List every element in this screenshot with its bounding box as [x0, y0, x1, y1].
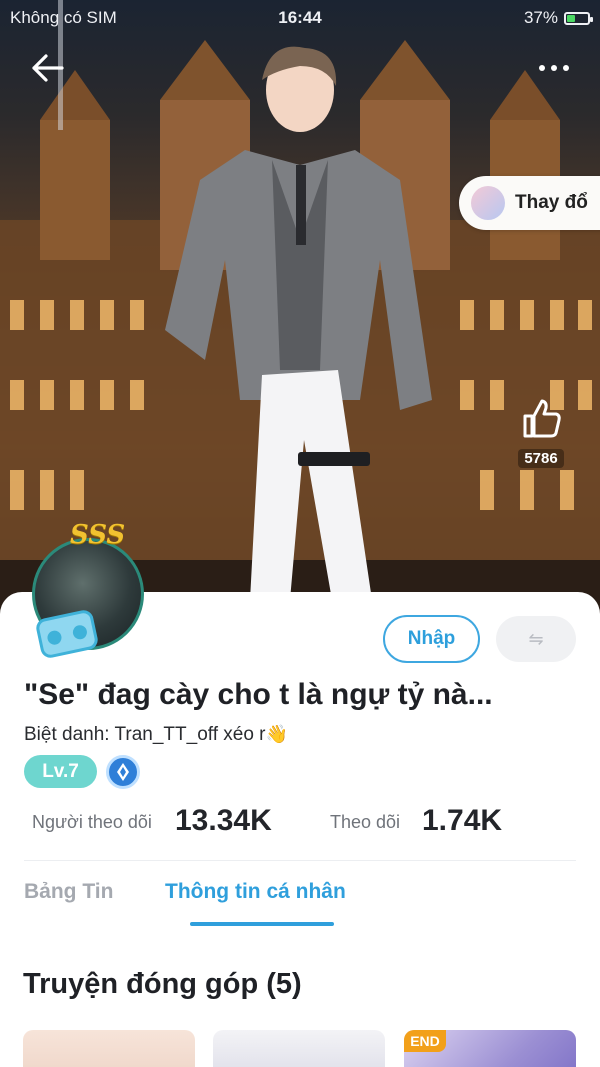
level-badge[interactable]: Lv.7 [24, 755, 97, 788]
followers-count[interactable]: 13.34K [175, 804, 272, 838]
rank-emblem-icon [117, 763, 129, 781]
end-badge: END [404, 1030, 446, 1052]
story-card[interactable] [23, 1030, 195, 1067]
like-count: 5786 [518, 449, 564, 468]
switch-button[interactable]: ⇋ [496, 616, 576, 662]
followers-label: Người theo dõi [32, 812, 152, 832]
clock: 16:44 [278, 8, 322, 27]
avatar-frame-sss: SSS [70, 520, 126, 550]
outfit-thumbnail [471, 186, 505, 220]
back-button[interactable] [28, 50, 68, 86]
story-card[interactable] [213, 1030, 385, 1067]
more-horizontal-icon [539, 65, 545, 71]
arrow-left-icon [32, 54, 64, 82]
battery-fill [567, 14, 576, 22]
change-outfit-label: Thay đổ [515, 192, 588, 213]
rank-badge-icon[interactable] [106, 755, 140, 789]
following-count[interactable]: 1.74K [422, 804, 502, 838]
swap-arrows-icon: ⇋ [528, 628, 544, 649]
nickname-text: Biệt danh: Tran_TT_off xéo r [24, 724, 266, 745]
contributed-stories-title: Truyện đóng góp (5) [23, 968, 302, 1000]
battery-percent: 37% [523, 8, 558, 27]
like-button[interactable]: 5786 [512, 396, 570, 468]
change-outfit-button[interactable]: Thay đổ [459, 176, 600, 230]
battery-indicator: 37% [523, 8, 593, 28]
profile-nickname: Biệt danh: Tran_TT_off xéo r👋 [24, 724, 288, 746]
divider [24, 860, 576, 861]
profile-name: "Se" đag cày cho t là ngự tỷ nà... [24, 678, 493, 711]
tab-personal-info[interactable]: Thông tin cá nhân [165, 880, 346, 904]
status-bar: Không có SIM 16:44 37% [0, 0, 600, 36]
active-tab-indicator [190, 922, 334, 926]
profile-avatar[interactable]: SSS [26, 520, 154, 660]
battery-icon [564, 11, 593, 25]
following-label: Theo dõi [330, 812, 401, 832]
tab-news-feed[interactable]: Bảng Tin [24, 880, 113, 904]
waving-hand-icon: 👋 [265, 724, 288, 744]
more-options-button[interactable] [534, 56, 574, 80]
thumbs-up-icon [523, 399, 561, 438]
import-button[interactable]: Nhập [383, 615, 480, 663]
